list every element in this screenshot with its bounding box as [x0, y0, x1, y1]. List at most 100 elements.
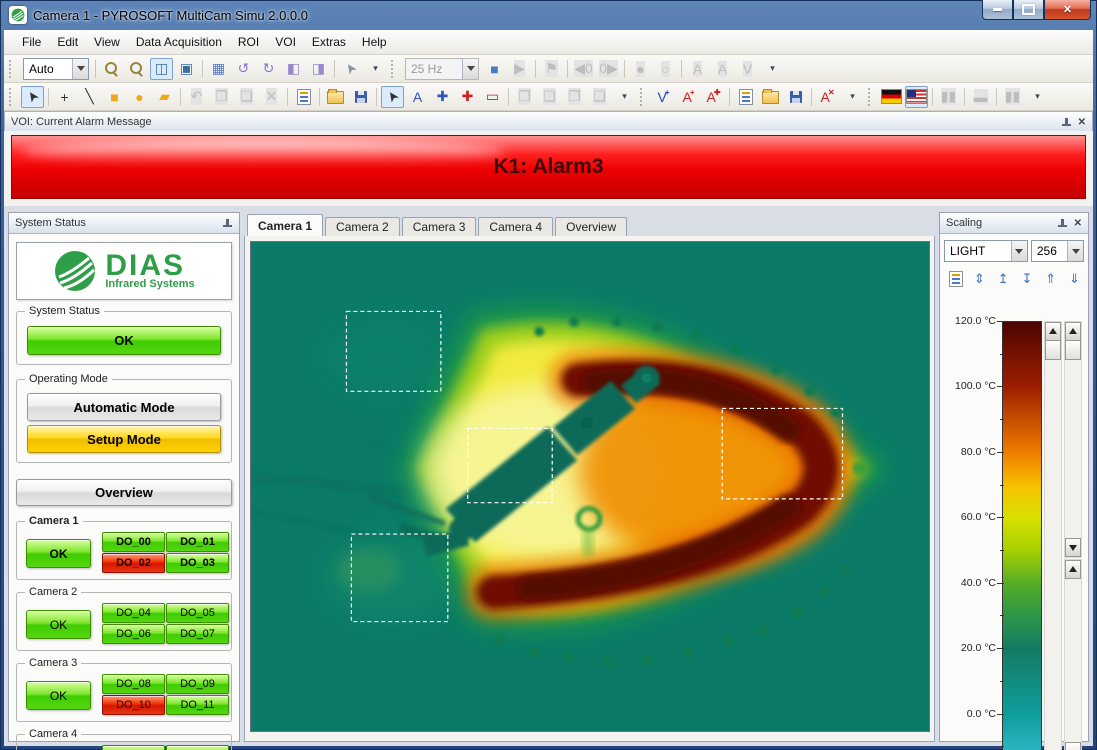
point-tool-icon[interactable]: + [53, 86, 76, 108]
ellipse-tool-icon[interactable]: ● [128, 86, 151, 108]
pin-icon[interactable] [1061, 117, 1072, 128]
paste-icon[interactable]: ❏ [235, 86, 258, 108]
toolbar-grip[interactable] [868, 88, 875, 106]
group-icon[interactable]: ❐ [513, 86, 536, 108]
roi-add-alarm-icon[interactable]: ✚ [456, 86, 479, 108]
range-lower-scrollbar[interactable] [1064, 559, 1082, 750]
scroll-up-button[interactable] [1065, 322, 1081, 341]
digital-output-button-do_01[interactable]: DO_01 [166, 532, 229, 552]
palette-select[interactable]: LIGHT [944, 240, 1028, 262]
layout-rows-icon[interactable]: ▬ [969, 86, 992, 108]
layout-pause-icon[interactable]: ▮▮ [937, 86, 960, 108]
palette-edit-icon[interactable] [945, 268, 966, 290]
levels-select[interactable]: 256 [1031, 240, 1084, 262]
menu-item-voi[interactable]: VOI [267, 32, 304, 52]
tab-overview[interactable]: Overview [555, 217, 627, 236]
voi-text-icon[interactable]: V [736, 58, 759, 80]
layout-columns-icon[interactable]: ▮▮ [1001, 86, 1024, 108]
fit-screen-icon[interactable]: ▣ [175, 58, 198, 80]
scroll-down-button[interactable] [1065, 538, 1081, 557]
close-button[interactable]: ✕ [1044, 0, 1091, 20]
rotate-left-icon[interactable]: ↺ [232, 58, 255, 80]
toolbar-overflow-icon[interactable]: ▾ [761, 58, 784, 80]
pointer-measure-icon[interactable]: ➤ [339, 58, 362, 80]
flip-vertical-icon[interactable]: ◨ [307, 58, 330, 80]
rectangle-tool-icon[interactable]: ■ [103, 86, 126, 108]
pin-icon[interactable] [1057, 218, 1068, 229]
ungroup-icon[interactable]: ❏ [538, 86, 561, 108]
digital-output-button-do_03[interactable]: DO_03 [166, 553, 229, 573]
chevron-down-icon[interactable] [1011, 241, 1027, 261]
select-tool-icon[interactable]: ➤ [21, 86, 44, 108]
save-roi-icon[interactable] [349, 86, 372, 108]
digital-output-button-do_04[interactable]: DO_04 [102, 603, 165, 623]
flag-german-icon[interactable] [880, 86, 903, 108]
pin-icon[interactable] [222, 218, 233, 229]
scroll-up-button[interactable] [1065, 560, 1081, 579]
alarm-delete-icon[interactable]: A✕ [816, 86, 839, 108]
digital-output-button-do_13[interactable]: DO_13 [166, 745, 229, 750]
flip-horizontal-icon[interactable]: ◧ [282, 58, 305, 80]
roi-add-icon[interactable]: ✚ [431, 86, 454, 108]
alarm-add-icon[interactable]: A✚ [702, 86, 725, 108]
digital-output-button-do_10[interactable]: DO_10 [102, 695, 165, 715]
grid-icon[interactable]: ▦ [207, 58, 230, 80]
toolbar-grip[interactable] [391, 60, 398, 78]
voi-notes-icon[interactable] [734, 86, 757, 108]
jump-start-icon[interactable]: ◀0 [572, 58, 595, 80]
close-icon[interactable]: ✕ [1074, 218, 1082, 229]
line-tool-icon[interactable]: ╲ [78, 86, 101, 108]
automatic-mode-button[interactable]: Automatic Mode [27, 393, 221, 421]
voi-save-icon[interactable] [784, 86, 807, 108]
snapshot-icon[interactable]: ○ [654, 58, 677, 80]
delete-icon[interactable]: ✕ [260, 86, 283, 108]
thermal-image[interactable] [250, 241, 930, 732]
range-compress-icon[interactable]: ⇓ [1064, 268, 1085, 290]
voi-add-icon[interactable]: V+ [652, 86, 675, 108]
upper-limit-scrollbar[interactable] [1044, 321, 1062, 750]
maximize-button[interactable] [1013, 0, 1044, 20]
digital-output-button-do_08[interactable]: DO_08 [102, 674, 165, 694]
roi-select-rect-icon[interactable]: ➤ [381, 86, 404, 108]
max-up-icon[interactable]: ↥ [993, 268, 1014, 290]
roi-select-text-icon[interactable]: A [406, 86, 429, 108]
toolbar-grip[interactable] [640, 88, 647, 106]
stop-icon[interactable]: ■ [483, 58, 506, 80]
scrollbar-thumb[interactable] [1065, 742, 1081, 750]
undo-icon[interactable]: ↶ [185, 86, 208, 108]
order-front-icon[interactable]: ❐ [563, 86, 586, 108]
range-expand-icon[interactable]: ⇑ [1040, 268, 1061, 290]
jump-end-icon[interactable]: 0▶ [597, 58, 620, 80]
digital-output-button-do_06[interactable]: DO_06 [102, 624, 165, 644]
open-roi-icon[interactable] [324, 86, 347, 108]
snapshot-save-icon[interactable]: ● [629, 58, 652, 80]
digital-output-button-do_12[interactable]: DO_12 [102, 745, 165, 750]
toolbar-overflow-icon[interactable]: ▾ [613, 86, 636, 108]
toolbar-grip[interactable] [9, 60, 16, 78]
fit-width-icon[interactable]: ◫ [150, 58, 173, 80]
digital-output-button-do_11[interactable]: DO_11 [166, 695, 229, 715]
chevron-down-icon[interactable] [72, 59, 88, 79]
digital-output-button-do_09[interactable]: DO_09 [166, 674, 229, 694]
menu-item-help[interactable]: Help [354, 32, 395, 52]
menu-item-view[interactable]: View [86, 32, 128, 52]
text-save-icon[interactable]: A [686, 58, 709, 80]
menu-item-roi[interactable]: ROI [230, 32, 267, 52]
digital-output-button-do_00[interactable]: DO_00 [102, 532, 165, 552]
menu-item-data-acquisition[interactable]: Data Acquisition [128, 32, 230, 52]
camera-status-button[interactable]: OK [26, 610, 91, 639]
toolbar-overflow-icon[interactable]: ▾ [364, 58, 387, 80]
range-auto-icon[interactable]: ⇕ [969, 268, 990, 290]
tab-camera-2[interactable]: Camera 2 [325, 217, 400, 236]
overview-button[interactable]: Overview [16, 479, 232, 506]
alarm-text-add-icon[interactable]: A+ [677, 86, 700, 108]
system-status-ok-button[interactable]: OK [27, 326, 221, 355]
toolbar-grip[interactable] [9, 88, 16, 106]
scrollbar-thumb[interactable] [1065, 340, 1081, 360]
camera-status-button[interactable]: OK [26, 681, 91, 710]
flag-us-icon[interactable] [905, 86, 928, 108]
copy-icon[interactable]: ❐ [210, 86, 233, 108]
roi-alarm-rect-icon[interactable]: ▭ [481, 86, 504, 108]
chevron-down-icon[interactable] [1067, 241, 1083, 261]
roi-list-icon[interactable] [292, 86, 315, 108]
